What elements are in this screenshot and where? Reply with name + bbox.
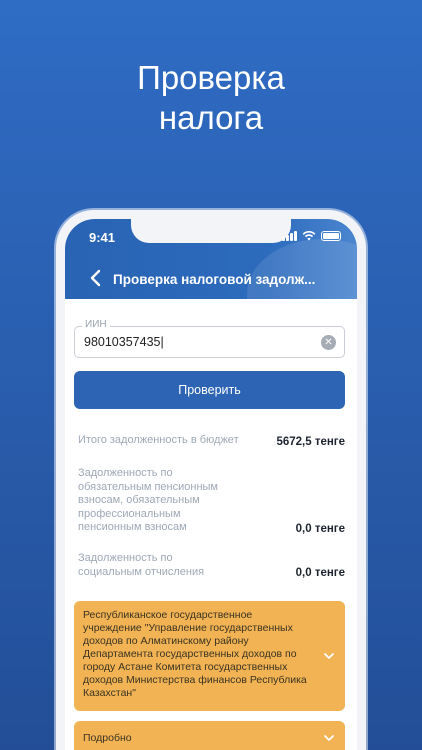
wifi-icon — [302, 231, 316, 241]
phone-screen: 9:41 Проверка налоговой задолж... ИИН 98… — [65, 219, 357, 750]
details-accordion[interactable]: Подробно — [74, 721, 345, 750]
back-chevron-icon[interactable] — [85, 267, 107, 289]
check-button[interactable]: Проверить — [74, 371, 345, 409]
page-title: Проверка налоговой задолж... — [113, 272, 316, 287]
main-content: ИИН ✕ Проверить Итого задолженность в бю… — [65, 299, 357, 750]
battery-icon — [321, 231, 341, 241]
result-row-pension: Задолженность по обязательным пенсионным… — [78, 467, 345, 535]
details-label: Подробно — [83, 732, 132, 744]
promo-headline: Проверка налога — [0, 58, 422, 138]
status-time: 9:41 — [89, 230, 116, 245]
chevron-down-icon — [324, 735, 334, 741]
phone-frame: 9:41 Проверка налоговой задолж... ИИН 98… — [56, 210, 366, 750]
result-row-budget: Итого задолженность в бюджет 5672,5 тенг… — [78, 434, 345, 448]
app-header: 9:41 Проверка налоговой задолж... — [65, 219, 357, 299]
clear-input-icon[interactable]: ✕ — [321, 335, 336, 350]
result-row-social: Задолженность по социальным отчисления 0… — [78, 552, 345, 579]
result-label: Итого задолженность в бюджет — [78, 434, 239, 446]
headline-line-2: налога — [158, 99, 264, 136]
status-icons — [282, 231, 341, 241]
result-value: 0,0 тенге — [295, 522, 345, 535]
phone-notch — [131, 219, 291, 243]
header-decoration — [247, 239, 357, 299]
iin-field[interactable]: ИИН ✕ — [74, 319, 345, 358]
chevron-down-icon — [324, 653, 334, 659]
authority-text: Республиканское государственное учрежден… — [83, 609, 307, 699]
authority-accordion[interactable]: Республиканское государственное учрежден… — [74, 601, 345, 711]
iin-input[interactable] — [84, 335, 304, 349]
headline-line-1: Проверка — [137, 59, 285, 96]
result-value: 0,0 тенге — [295, 567, 345, 579]
cellular-signal-icon — [282, 231, 297, 241]
result-label: Задолженность по социальным отчисления — [78, 552, 205, 578]
iin-field-label: ИИН — [82, 319, 110, 330]
result-label: Задолженность по обязательным пенсионным… — [78, 467, 218, 533]
result-value: 5672,5 тенге — [276, 435, 345, 448]
